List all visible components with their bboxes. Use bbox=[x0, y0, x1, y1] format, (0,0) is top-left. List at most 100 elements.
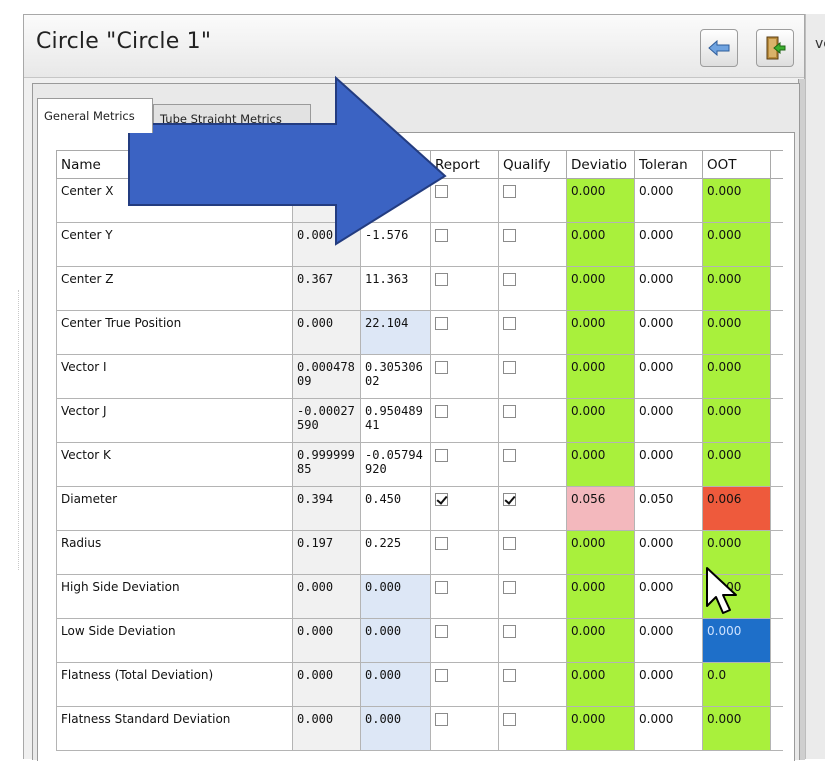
cell-oot[interactable]: 0.000 bbox=[702, 266, 771, 311]
cell-qualify[interactable] bbox=[498, 530, 567, 575]
qualify-checkbox[interactable] bbox=[503, 493, 516, 506]
cell-name[interactable]: Center Y bbox=[56, 222, 293, 267]
table-row[interactable]: High Side Deviation0.0000.0000.0000.0000… bbox=[56, 574, 783, 619]
cell-qualify[interactable] bbox=[498, 442, 567, 487]
cell-oot[interactable]: 0.000 bbox=[702, 178, 771, 223]
col-nominal-header[interactable] bbox=[292, 150, 361, 179]
report-checkbox[interactable] bbox=[435, 361, 448, 374]
cell-name[interactable]: Low Side Deviation bbox=[56, 618, 293, 663]
cell-nominal[interactable]: -0.00027590 bbox=[292, 398, 361, 443]
cell-qualify[interactable] bbox=[498, 662, 567, 707]
qualify-checkbox[interactable] bbox=[503, 185, 516, 198]
cell-name[interactable]: Vector J bbox=[56, 398, 293, 443]
table-row[interactable]: Flatness (Total Deviation) 0.000 0.000 0.00… bbox=[56, 662, 783, 707]
cell-nominal[interactable]: 0.000 bbox=[292, 222, 361, 267]
cell-name[interactable]: High Side Deviation bbox=[56, 574, 293, 619]
cell-nominal[interactable]: 0.000 bbox=[292, 662, 361, 707]
cell-deviation[interactable]: 0.000 bbox=[566, 398, 635, 443]
cell-oot[interactable]: 0.000 bbox=[702, 618, 771, 663]
cell-deviation[interactable]: 0.000 bbox=[566, 706, 635, 751]
cell-deviation[interactable]: 0.000 bbox=[566, 530, 635, 575]
cell-name[interactable]: Center X bbox=[56, 178, 293, 223]
cell-report[interactable] bbox=[430, 398, 499, 443]
qualify-checkbox[interactable] bbox=[503, 449, 516, 462]
report-checkbox[interactable] bbox=[435, 669, 448, 682]
col-deviation-header[interactable]: Deviatio bbox=[566, 150, 635, 179]
cell-name[interactable]: Vector I bbox=[56, 354, 293, 399]
cell-oot[interactable]: 0.000 bbox=[702, 354, 771, 399]
qualify-checkbox[interactable] bbox=[503, 229, 516, 242]
cell-nominal[interactable]: 0.99999985 bbox=[292, 442, 361, 487]
cell-nominal[interactable]: 0.000 bbox=[292, 310, 361, 355]
cell-deviation[interactable]: 0.000 bbox=[566, 266, 635, 311]
cell-measured[interactable]: 0.000 bbox=[360, 662, 431, 707]
cell-measured[interactable]: 0.000 bbox=[360, 574, 431, 619]
cell-tolerance[interactable]: 0.000 bbox=[634, 178, 703, 223]
cell-nominal[interactable]: 0.197 bbox=[292, 530, 361, 575]
cell-report[interactable] bbox=[430, 442, 499, 487]
report-checkbox[interactable] bbox=[435, 581, 448, 594]
cell-name[interactable]: Center Z bbox=[56, 266, 293, 311]
cell-oot[interactable]: 0.000 bbox=[702, 222, 771, 267]
qualify-checkbox[interactable] bbox=[503, 317, 516, 330]
cell-name[interactable]: Radius bbox=[56, 530, 293, 575]
cell-tolerance[interactable]: 0.000 bbox=[634, 266, 703, 311]
cell-qualify[interactable] bbox=[498, 398, 567, 443]
exit-button[interactable] bbox=[756, 29, 794, 67]
cell-report[interactable] bbox=[430, 530, 499, 575]
cell-name[interactable]: Flatness (Total Deviation) bbox=[56, 662, 293, 707]
table-row[interactable]: Vector K 0.99999985 -0.05794920 0.000 0.000 0… bbox=[56, 442, 783, 487]
cell-deviation[interactable]: 0.000 bbox=[566, 574, 635, 619]
cell-tolerance[interactable]: 0.000 bbox=[634, 574, 703, 619]
report-checkbox[interactable] bbox=[435, 229, 448, 242]
table-row[interactable]: Vector I 0.00047809 0.30530602 0.000 0.000 0.… bbox=[56, 354, 783, 399]
cell-nominal[interactable]: 0.000 bbox=[292, 706, 361, 751]
table-row[interactable]: Center X 64 0.000 0.000 0.000 bbox=[56, 178, 783, 223]
report-checkbox[interactable] bbox=[435, 273, 448, 286]
report-checkbox[interactable] bbox=[435, 625, 448, 638]
cell-measured[interactable]: 0.000 bbox=[360, 706, 431, 751]
qualify-checkbox[interactable] bbox=[503, 625, 516, 638]
cell-qualify[interactable] bbox=[498, 266, 567, 311]
cell-nominal[interactable]: 0.000 bbox=[292, 618, 361, 663]
table-row[interactable]: Center Y 0.000 -1.576 0.000 0.000 0.000 bbox=[56, 222, 783, 267]
cell-measured[interactable]: 0.000 bbox=[360, 618, 431, 663]
cell-qualify[interactable] bbox=[498, 486, 567, 531]
cell-nominal[interactable]: 0.00047809 bbox=[292, 354, 361, 399]
report-checkbox[interactable] bbox=[435, 449, 448, 462]
report-checkbox[interactable] bbox=[435, 405, 448, 418]
report-checkbox[interactable] bbox=[435, 185, 448, 198]
cell-tolerance[interactable]: 0.000 bbox=[634, 530, 703, 575]
report-checkbox[interactable] bbox=[435, 317, 448, 330]
qualify-checkbox[interactable] bbox=[503, 537, 516, 550]
qualify-checkbox[interactable] bbox=[503, 713, 516, 726]
table-row[interactable]: Vector J -0.00027590 0.95048941 0.000 0.000 0… bbox=[56, 398, 783, 443]
cell-deviation[interactable]: 0.000 bbox=[566, 618, 635, 663]
qualify-checkbox[interactable] bbox=[503, 361, 516, 374]
cell-name[interactable]: Diameter bbox=[56, 486, 293, 531]
cell-deviation[interactable]: 0.000 bbox=[566, 178, 635, 223]
cell-qualify[interactable] bbox=[498, 222, 567, 267]
table-row[interactable]: Diameter 0.394 0.450 0.056 0.050 0.006 bbox=[56, 486, 783, 531]
cell-deviation[interactable]: 0.000 bbox=[566, 442, 635, 487]
cell-report[interactable] bbox=[430, 618, 499, 663]
cell-report[interactable] bbox=[430, 178, 499, 223]
cell-oot[interactable]: 0.000 bbox=[702, 398, 771, 443]
cell-tolerance[interactable]: 0.000 bbox=[634, 222, 703, 267]
report-checkbox[interactable] bbox=[435, 537, 448, 550]
table-row[interactable]: Center True Position 0.000 22.104 0.000 0.00… bbox=[56, 310, 783, 355]
cell-tolerance[interactable]: 0.000 bbox=[634, 618, 703, 663]
cell-tolerance[interactable]: 0.000 bbox=[634, 662, 703, 707]
cell-tolerance[interactable]: 0.000 bbox=[634, 310, 703, 355]
tab-general-metrics[interactable]: General Metrics bbox=[37, 98, 153, 133]
cell-oot[interactable]: 0.006 bbox=[702, 486, 771, 531]
cell-deviation[interactable]: 0.000 bbox=[566, 662, 635, 707]
cell-report[interactable] bbox=[430, 486, 499, 531]
cell-name[interactable]: Center True Position bbox=[56, 310, 293, 355]
cell-measured[interactable]: 11.363 bbox=[360, 266, 431, 311]
cell-measured[interactable]: 0.450 bbox=[360, 486, 431, 531]
cell-oot[interactable]: 0.000 bbox=[702, 706, 771, 751]
cell-measured[interactable]: 0.30530602 bbox=[360, 354, 431, 399]
col-measured-header[interactable]: e bbox=[360, 150, 431, 179]
tab-tube-straight-metrics[interactable]: Tube Straight Metrics bbox=[153, 104, 311, 132]
